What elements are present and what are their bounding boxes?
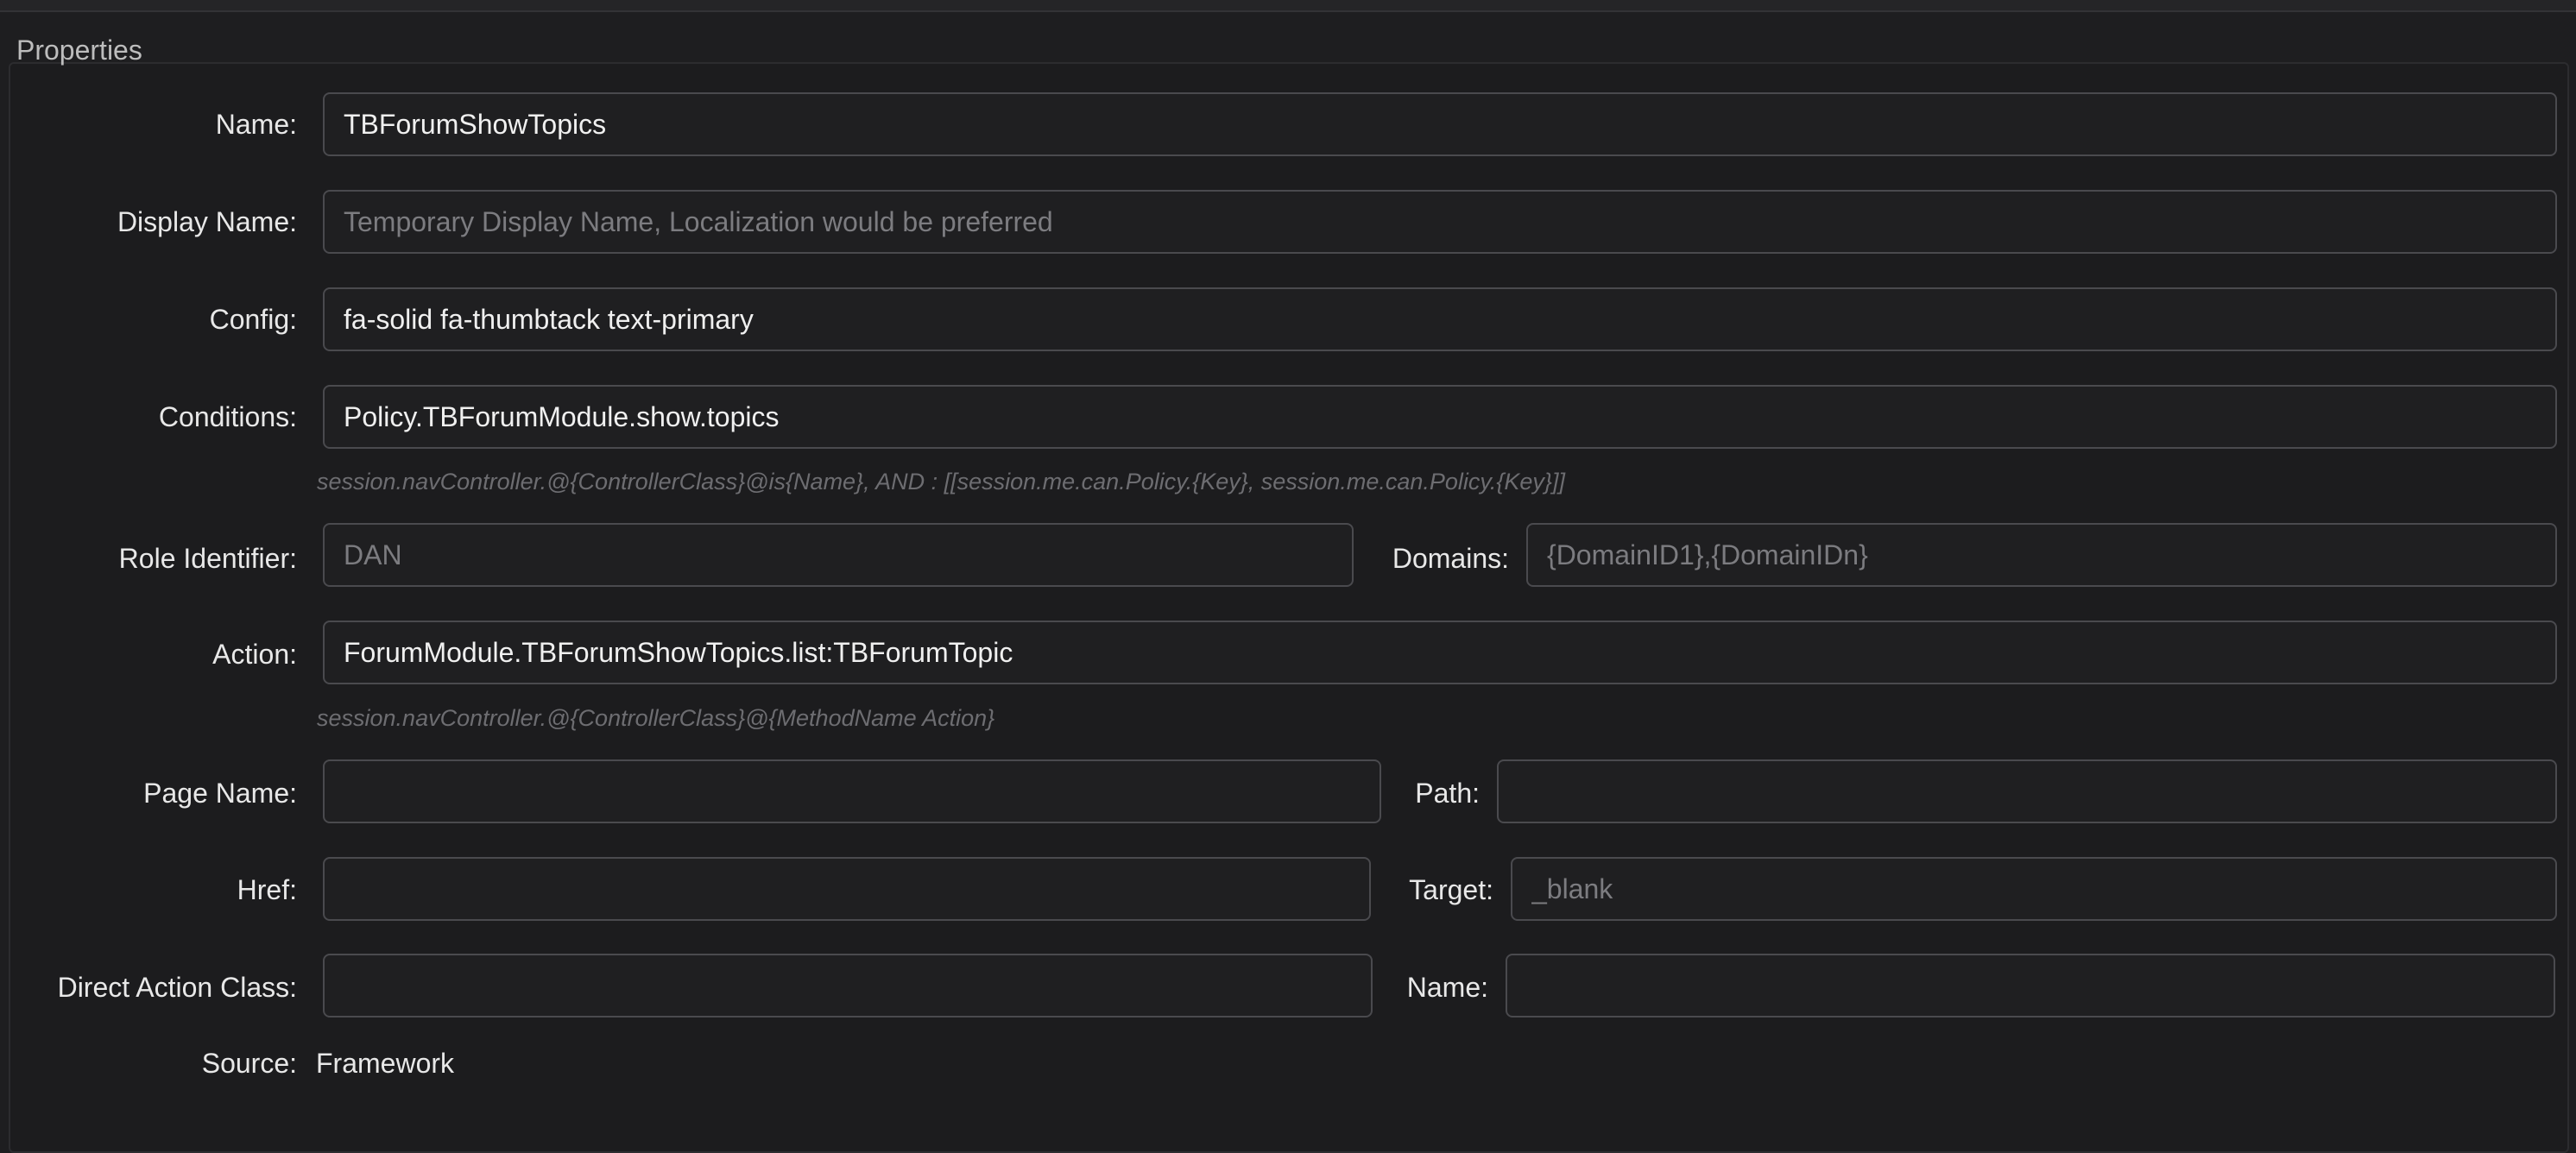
action-hint: session.navController.@{ControllerClass}… (317, 705, 995, 731)
target-input[interactable] (1511, 857, 2557, 921)
page-name-label: Page Name: (143, 778, 297, 809)
config-label: Config: (209, 304, 297, 335)
direct-action-name-label: Name: (1406, 972, 1488, 1003)
name-label: Name: (215, 109, 297, 140)
action-input[interactable] (323, 621, 2557, 684)
path-input[interactable] (1497, 759, 2557, 823)
href-input[interactable] (323, 857, 1371, 921)
source-value: Framework (316, 1048, 455, 1079)
page-name-input[interactable] (323, 759, 1381, 823)
role-identifier-label: Role Identifier: (118, 543, 297, 574)
config-input[interactable] (323, 287, 2557, 351)
properties-group-title: Properties (16, 35, 142, 66)
direct-action-name-input[interactable] (1506, 954, 2555, 1018)
top-toolbar-strip (0, 0, 2576, 12)
conditions-hint: session.navController.@{ControllerClass}… (317, 469, 1565, 495)
conditions-label: Conditions: (158, 401, 297, 432)
display-name-label: Display Name: (117, 206, 297, 237)
href-label: Href: (237, 874, 297, 905)
target-label: Target: (1409, 874, 1493, 905)
display-name-input[interactable] (323, 190, 2557, 254)
action-label: Action: (212, 639, 297, 670)
conditions-input[interactable] (323, 385, 2557, 449)
domains-input[interactable] (1526, 523, 2557, 587)
direct-action-class-label: Direct Action Class: (57, 972, 297, 1003)
domains-label: Domains: (1392, 543, 1509, 574)
path-label: Path: (1415, 778, 1480, 809)
name-input[interactable] (323, 92, 2557, 156)
direct-action-class-input[interactable] (323, 954, 1373, 1018)
source-label: Source: (201, 1048, 297, 1079)
role-identifier-input[interactable] (323, 523, 1354, 587)
